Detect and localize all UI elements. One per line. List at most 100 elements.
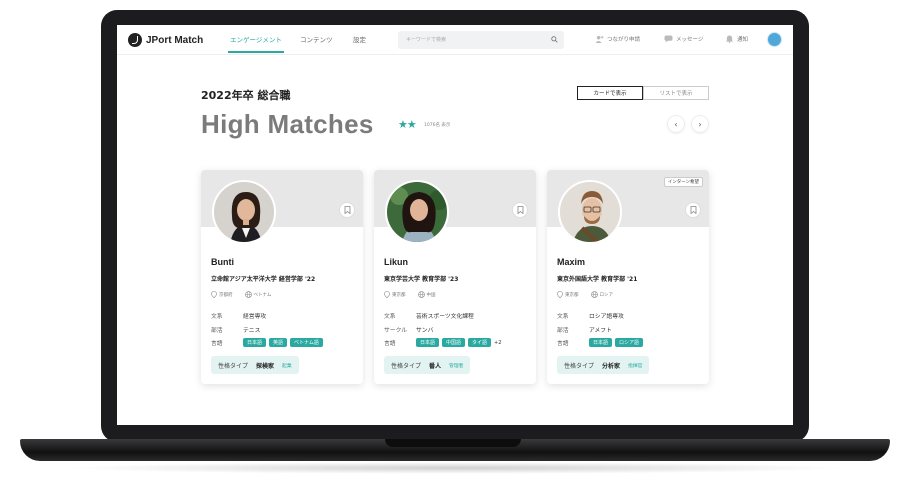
info-row: 文系 ロシア語専攻 [557,314,624,320]
nav-notifications-label: 通知 [737,37,749,43]
chat-bubble-icon [664,35,673,43]
language-tag: 日本語 [589,338,613,347]
location-text: 東京都 [565,292,579,298]
nav-contents[interactable]: コンテンツ [300,34,333,44]
stage: JPort Match エンゲージメント コンテンツ 設定 キーワードで検索 つ… [0,0,910,493]
personality-type-badge: 性格タイプ 分析家 指揮官 [557,356,650,374]
globe-icon [590,291,598,298]
candidate-photo [558,180,622,244]
logo[interactable]: JPort Match [128,33,203,47]
laptop-notch [385,439,521,447]
view-toggle: カードで表示 リストで表示 [577,86,709,100]
personality-type-badge: 性格タイプ 番人 管理者 [384,356,471,374]
logo-text: JPort Match [146,34,204,46]
location-pin-icon [211,291,217,298]
top-header: JPort Match エンゲージメント コンテンツ 設定 キーワードで検索 つ… [117,25,793,55]
portrait-image [387,182,447,242]
candidate-photo [212,180,276,244]
logo-mark-icon [128,33,142,47]
location: 京都府 [211,291,233,298]
language-tags: 日本語 英語 ベトナム語 [243,338,323,347]
language-tag: タイ語 [468,338,492,347]
globe-icon [417,291,425,298]
list-view-button[interactable]: リストで表示 [643,86,709,100]
user-avatar[interactable] [767,32,782,47]
language-tags: 日本語 ロシア語 [589,338,644,347]
location: 東京都 [557,291,579,298]
bookmark-button[interactable] [339,202,355,218]
info-row: 部活 テニス [211,328,261,334]
language-row: 言語 日本語 中国語 タイ語 +2 [384,338,502,347]
nationality: ロシア [590,291,614,298]
internship-badge: インターン希望 [663,177,703,187]
nav-messages[interactable]: メッセージ [664,35,703,43]
search-placeholder: キーワードで検索 [406,37,447,43]
candidate-photo [385,180,449,244]
bookmark-icon [344,206,350,214]
candidate-card[interactable]: Likun 東京学芸大学 教育学部 '23 東京都 中国 文系 芸術スポーツ文化課… [374,170,536,384]
personality-type: 分析家 [602,362,621,370]
personality-type: 探検家 [256,362,275,370]
language-row: 言語 日本語 ロシア語 [557,338,644,347]
language-row: 言語 日本語 英語 ベトナム語 [211,338,323,347]
location-pin-icon [557,291,563,298]
candidate-university: 立命館アジア太平洋大学 経営学部 '22 [211,276,316,283]
laptop-shadow [60,462,850,474]
nav-connect-requests[interactable]: つながり申請 [595,35,640,43]
nav-active-indicator [228,51,284,53]
candidate-card[interactable]: Bunti 立命館アジア太平洋大学 経営学部 '22 京都府 ベトナム 文系 経営… [201,170,363,384]
nationality: ベトナム [244,291,272,298]
search-icon[interactable] [551,36,558,43]
nav-notifications[interactable]: 通知 [725,35,748,43]
user-add-icon [595,35,604,43]
nationality-text: ロシア [599,292,614,298]
personality-type: 番人 [429,362,442,370]
info-row: サークル サンバ [384,328,434,334]
language-tag: 中国語 [442,338,466,347]
candidate-name: Likun [384,257,408,267]
candidate-card[interactable]: インターン希望 Maxim 東京外国語大学 教育学部 '21 東京都 ロシア 文… [547,170,709,384]
candidate-name: Bunti [211,257,234,267]
candidate-university: 東京外国語大学 教育学部 '21 [557,276,638,283]
globe-icon [244,291,252,298]
location-pin-icon [384,291,390,298]
chevron-right-icon: › [698,119,702,129]
personality-subtype: 指揮官 [628,363,643,369]
card-view-button[interactable]: カードで表示 [577,86,643,100]
prev-page-button[interactable]: ‹ [668,116,684,132]
search-input[interactable]: キーワードで検索 [398,31,564,49]
nationality-text: ベトナム [253,292,272,298]
bookmark-icon [690,206,696,214]
personality-type-badge: 性格タイプ 探検家 起業 [211,356,299,374]
language-tag: 日本語 [416,338,440,347]
candidate-meta: 東京都 中国 [384,291,436,298]
star-rating: ★★ [398,118,417,131]
info-row: 文系 経営専攻 [211,314,267,320]
chevron-left-icon: ‹ [674,119,678,129]
portrait-image [214,182,274,242]
candidate-meta: 東京都 ロシア [557,291,613,298]
info-row: 文系 芸術スポーツ文化課程 [384,314,474,320]
next-page-button[interactable]: › [692,116,708,132]
location: 東京都 [384,291,406,298]
bookmark-button[interactable] [512,202,528,218]
portrait-image [560,182,620,242]
candidate-university: 東京学芸大学 教育学部 '23 [384,276,459,283]
bookmark-button[interactable] [685,202,701,218]
candidate-meta: 京都府 ベトナム [211,291,271,298]
candidate-name: Maxim [557,257,586,267]
language-tag: ベトナム語 [290,338,323,347]
language-tag: ロシア語 [615,338,644,347]
nationality: 中国 [417,291,436,298]
bookmark-icon [517,206,523,214]
bell-icon [725,35,734,43]
app-screen: JPort Match エンゲージメント コンテンツ 設定 キーワードで検索 つ… [117,25,793,425]
nav-engagement[interactable]: エンゲージメント [230,34,282,44]
location-text: 京都府 [219,292,233,298]
nav-connect-label: つながり申請 [607,37,641,43]
nav-settings[interactable]: 設定 [353,34,366,44]
language-tags: 日本語 中国語 タイ語 +2 [416,338,501,347]
language-tag: 日本語 [243,338,267,347]
location-text: 東京都 [392,292,406,298]
more-languages-count[interactable]: +2 [494,340,501,346]
